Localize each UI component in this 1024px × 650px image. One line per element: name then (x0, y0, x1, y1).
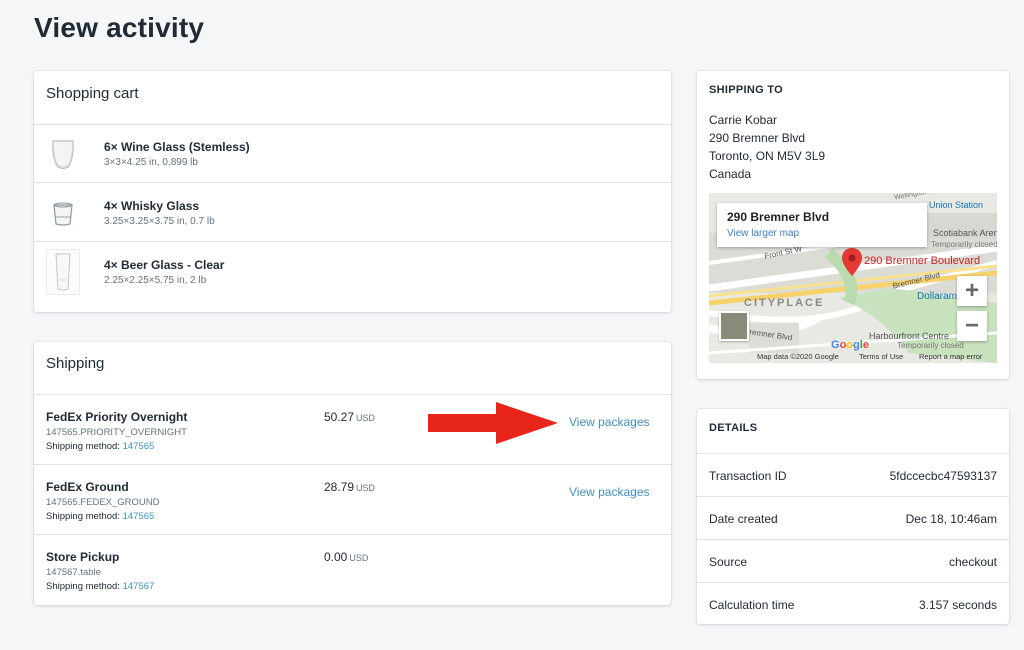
street-view-thumbnail[interactable] (719, 311, 749, 341)
map[interactable]: Union Station Scotiabank Arena Temporari… (709, 193, 997, 363)
beer-glass-icon (46, 249, 80, 295)
shipping-method-label: Shipping method: (46, 441, 120, 452)
map-pin-label: 290 Bremner Boulevard (864, 255, 981, 267)
zoom-in-button[interactable]: + (957, 276, 987, 306)
page-title: View activity (34, 12, 205, 43)
cart-item-name: 6× Wine Glass (Stemless) (104, 140, 250, 154)
detail-value: checkout (948, 555, 997, 569)
map-pin-icon[interactable] (842, 248, 862, 276)
price-value: 28.79 (324, 480, 355, 494)
cart-item-name: 4× Whisky Glass (104, 199, 200, 213)
wine-glass-icon (46, 131, 80, 177)
map-label: Scotiabank Arena (933, 228, 997, 238)
detail-key: Source (709, 555, 748, 569)
map-report-link[interactable]: Report a map error (919, 352, 982, 361)
shipping-code: 147567.table (46, 567, 101, 578)
cart-item: 6× Wine Glass (Stemless) 3×3×4.25 in, 0.… (34, 125, 671, 183)
shipping-address: Carrie Kobar 290 Bremner Blvd Toronto, O… (709, 111, 825, 183)
address-line: Carrie Kobar (709, 113, 778, 127)
shipping-method-label: Shipping method: (46, 581, 120, 592)
details-card: DETAILS Transaction ID 5fdccecbc47593137… (697, 409, 1009, 624)
shipping-method-link[interactable]: 147565 (123, 441, 155, 452)
google-logo: Google (831, 339, 869, 351)
zoom-out-button[interactable]: − (957, 311, 987, 341)
map-popup-name: 290 Bremner Blvd (727, 210, 830, 224)
price-currency: USD (356, 413, 376, 423)
detail-value: 5fdccecbc47593137 (889, 469, 997, 483)
cart-item-meta: 2.25×2.25×5.75 in, 2 lb (104, 275, 207, 286)
detail-row: Source checkout (697, 539, 1009, 582)
red-arrow-icon (428, 402, 558, 444)
shipping-method-label: Shipping method: (46, 511, 120, 522)
view-larger-map-link[interactable]: View larger map (727, 228, 799, 239)
detail-row: Date created Dec 18, 10:46am (697, 496, 1009, 539)
shipping-method: Shipping method: 147565 (46, 511, 154, 522)
shipping-method: Shipping method: 147567 (46, 581, 154, 592)
cart-item: 4× Whisky Glass 3.25×3.25×3.75 in, 0.7 l… (34, 184, 671, 242)
shipping-price: 28.79 USD (324, 480, 375, 494)
shipping-method: Shipping method: 147565 (46, 441, 154, 452)
cart-item: 4× Beer Glass - Clear 2.25×2.25×5.75 in,… (34, 243, 671, 301)
map-attribution: Map data ©2020 Google (757, 352, 839, 361)
address-line: Canada (709, 167, 752, 181)
price-value: 50.27 (324, 410, 355, 424)
shipping-name: Store Pickup (46, 550, 120, 564)
shipping-price: 50.27 USD (324, 410, 375, 424)
map-label: Union Station (929, 200, 984, 210)
shopping-cart-card: Shopping cart 6× Wine Glass (Stemless) 3… (34, 71, 671, 312)
map-info-popup: 290 Bremner Blvd View larger map (717, 203, 927, 247)
shipping-price: 0.00 USD (324, 550, 368, 564)
shipping-method-link[interactable]: 147565 (123, 511, 155, 522)
detail-key: Date created (709, 512, 778, 526)
shipping-name: FedEx Priority Overnight (46, 410, 188, 424)
details-label: DETAILS (709, 422, 758, 434)
shipping-row: Store Pickup 147567.table Shipping metho… (34, 534, 671, 604)
shipping-code: 147565.PRIORITY_OVERNIGHT (46, 427, 187, 438)
view-packages-link[interactable]: View packages (569, 415, 650, 429)
shipping-row: FedEx Priority Overnight 147565.PRIORITY… (34, 394, 671, 464)
detail-value: Dec 18, 10:46am (905, 512, 997, 526)
view-packages-link[interactable]: View packages (569, 485, 650, 499)
price-value: 0.00 (324, 550, 348, 564)
shipping-method-link[interactable]: 147567 (123, 581, 155, 592)
price-currency: USD (349, 553, 369, 563)
shipping-to-label: SHIPPING TO (709, 84, 783, 96)
cart-item-name: 4× Beer Glass - Clear (104, 258, 225, 272)
detail-value: 3.157 seconds (918, 598, 997, 612)
map-label: Harbourfront Centre (869, 331, 950, 341)
shipping-row: FedEx Ground 147565.FEDEX_GROUND Shippin… (34, 464, 671, 534)
map-footer: Map data ©2020 Google Terms of Use Repor… (709, 351, 997, 363)
detail-key: Calculation time (709, 598, 795, 612)
detail-key: Transaction ID (709, 469, 787, 483)
map-terms-link[interactable]: Terms of Use (859, 352, 903, 361)
address-line: 290 Bremner Blvd (709, 131, 806, 145)
map-label: Dollarama (917, 291, 963, 302)
map-label: Temporarily closed (897, 341, 964, 350)
whisky-glass-icon (46, 190, 80, 236)
map-label: Temporarily closed (931, 240, 997, 249)
detail-row: Calculation time 3.157 seconds (697, 582, 1009, 625)
shipping-code: 147565.FEDEX_GROUND (46, 497, 160, 508)
cart-item-meta: 3.25×3.25×3.75 in, 0.7 lb (104, 216, 215, 227)
shipping-card: Shipping FedEx Priority Overnight 147565… (34, 342, 671, 605)
shipping-title: Shipping (46, 355, 105, 372)
cart-title: Shopping cart (46, 85, 139, 102)
map-label: CITYPLACE (744, 297, 825, 309)
detail-row: Transaction ID 5fdccecbc47593137 (697, 453, 1009, 496)
address-line: Toronto, ON M5V 3L9 (709, 149, 826, 163)
price-currency: USD (356, 483, 376, 493)
cart-item-meta: 3×3×4.25 in, 0.899 lb (104, 157, 198, 168)
shipping-to-card: SHIPPING TO Carrie Kobar 290 Bremner Blv… (697, 71, 1009, 379)
shipping-name: FedEx Ground (46, 480, 129, 494)
